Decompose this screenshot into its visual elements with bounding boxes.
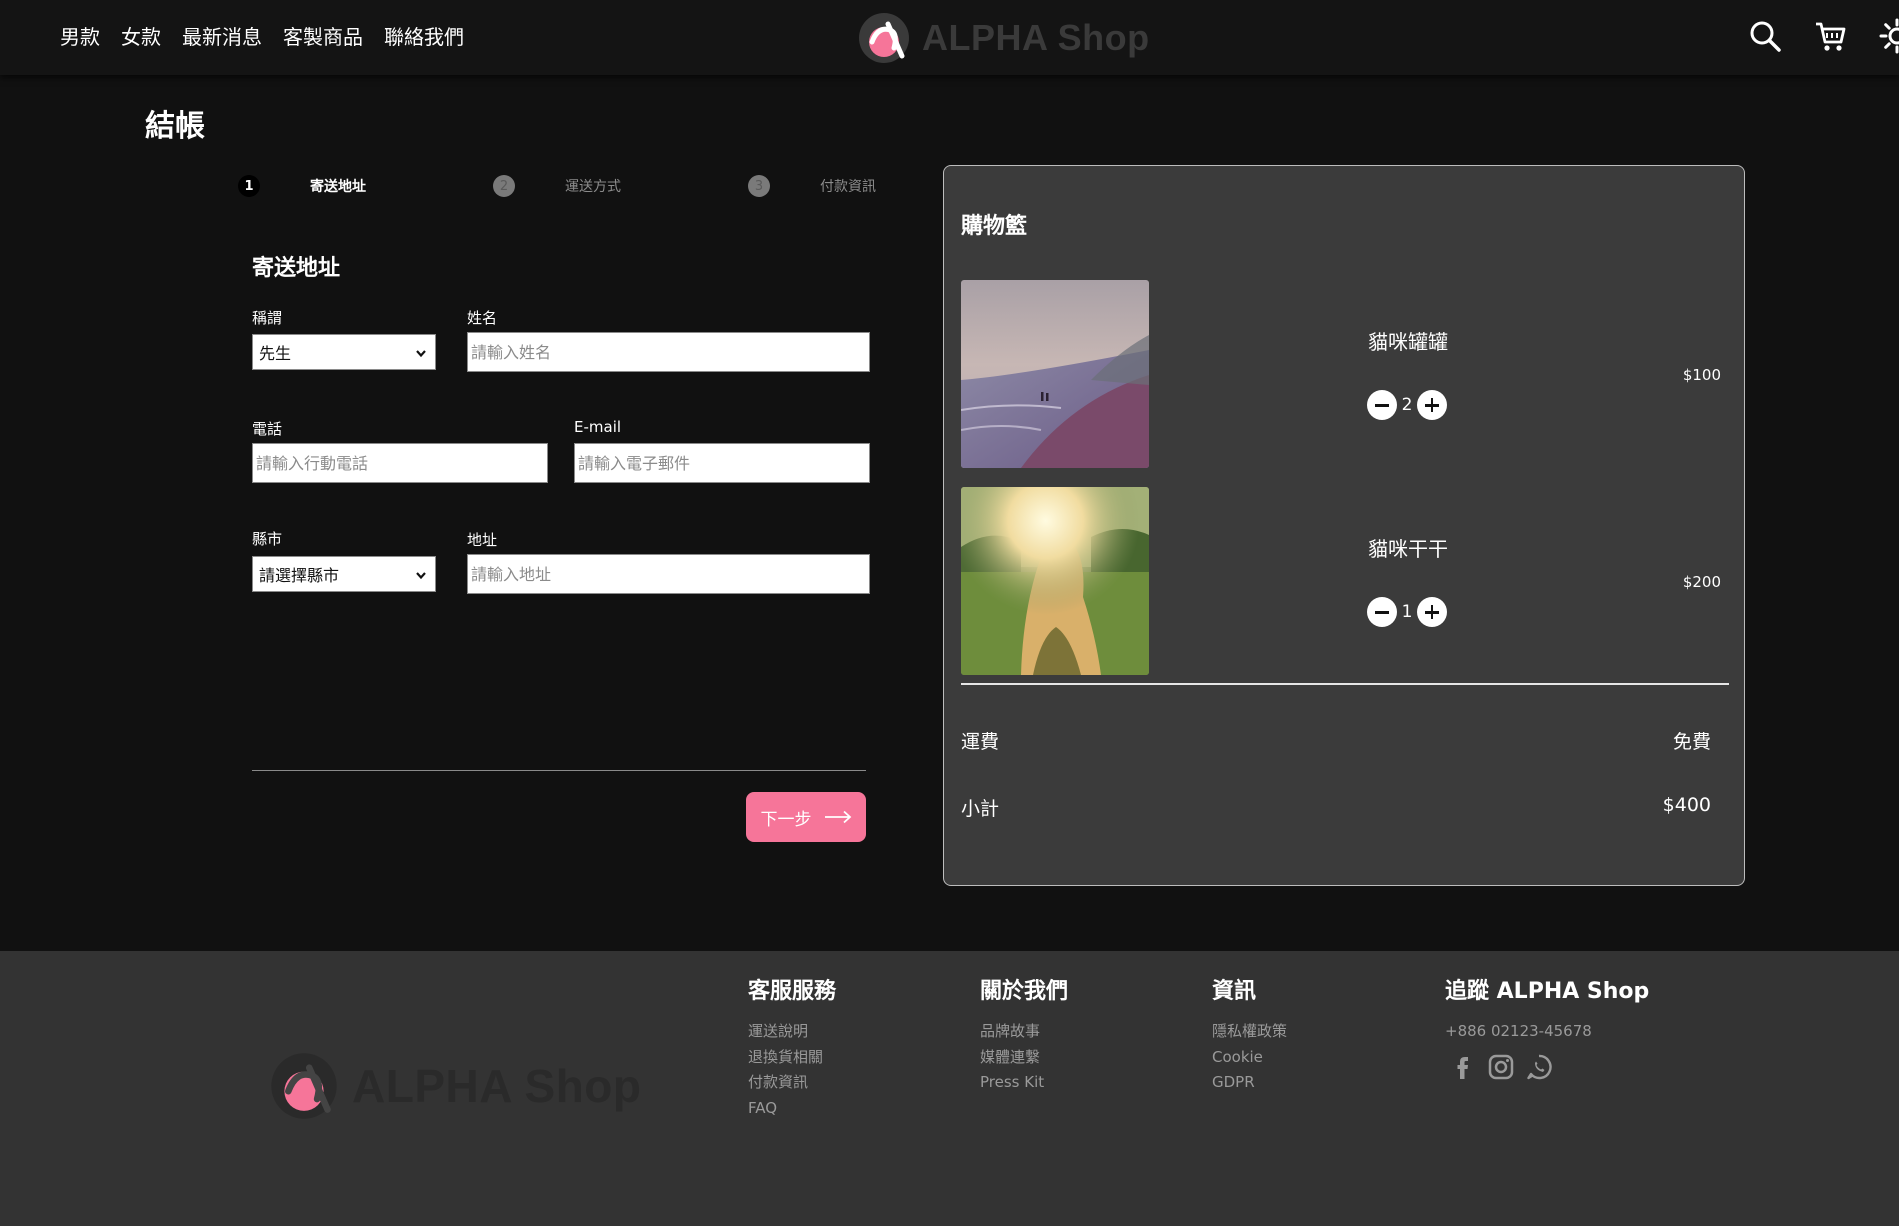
footer: ALPHA Shop 客服服務 運送說明 退換貨相關 付款資訊 FAQ 關於我們… bbox=[0, 951, 1899, 1226]
shipping-label: 運費 bbox=[961, 731, 1000, 753]
step-label: 付款資訊 bbox=[820, 179, 876, 195]
cart-item: 貓咪罐罐 2 $100 bbox=[961, 280, 1731, 468]
main-nav: 男款 女款 最新消息 客製商品 聯絡我們 bbox=[60, 22, 464, 52]
next-step-label: 下一步 bbox=[760, 809, 812, 830]
cart-title: 購物籃 bbox=[961, 214, 1028, 239]
theme-sun-icon[interactable] bbox=[1879, 18, 1899, 54]
quantity-stepper: 2 bbox=[1367, 390, 1447, 420]
search-icon[interactable] bbox=[1747, 18, 1783, 54]
address-input[interactable] bbox=[467, 554, 870, 594]
footer-link[interactable]: 品牌故事 bbox=[980, 1019, 1068, 1045]
footer-phone[interactable]: +886 02123-45678 bbox=[1445, 1019, 1649, 1045]
arrow-right-icon bbox=[824, 810, 851, 824]
step-number: 3 bbox=[748, 175, 770, 197]
step-number: 1 bbox=[238, 175, 260, 197]
page-title: 結帳 bbox=[145, 109, 205, 144]
phone-input[interactable] bbox=[252, 443, 548, 483]
footer-col-follow: 追蹤 ALPHA Shop +886 02123-45678 bbox=[1445, 973, 1649, 1081]
quantity-value: 1 bbox=[1401, 602, 1413, 622]
minus-icon[interactable] bbox=[1367, 390, 1397, 420]
top-header: 男款 女款 最新消息 客製商品 聯絡我們 ALPHA Shop bbox=[0, 0, 1899, 75]
brand-name: ALPHA Shop bbox=[922, 17, 1150, 58]
step-label: 運送方式 bbox=[565, 179, 621, 195]
cart-panel: 購物籃 貓咪罐罐 2 $100 貓咪干干 1 $200 運費 免費 小計 $40… bbox=[943, 165, 1745, 886]
email-label: E-mail bbox=[574, 418, 622, 436]
minus-icon[interactable] bbox=[1367, 597, 1397, 627]
nav-item-news[interactable]: 最新消息 bbox=[182, 22, 262, 52]
product-image-field bbox=[961, 487, 1149, 675]
city-value: 請選擇縣市 bbox=[259, 566, 340, 585]
cart-divider bbox=[961, 683, 1729, 685]
name-input[interactable] bbox=[467, 332, 870, 372]
product-image-beach bbox=[961, 280, 1149, 468]
facebook-icon[interactable] bbox=[1449, 1053, 1477, 1081]
next-step-button[interactable]: 下一步 bbox=[746, 792, 866, 842]
email-input[interactable] bbox=[574, 443, 870, 483]
footer-link[interactable]: Press Kit bbox=[980, 1070, 1068, 1096]
salutation-value: 先生 bbox=[259, 344, 292, 363]
footer-col-info: 資訊 隱私權政策 Cookie GDPR bbox=[1212, 973, 1287, 1096]
nav-item-contact[interactable]: 聯絡我們 bbox=[384, 22, 464, 52]
whatsapp-icon[interactable] bbox=[1525, 1053, 1553, 1081]
footer-col-title: 追蹤 ALPHA Shop bbox=[1445, 979, 1650, 1004]
address-label: 地址 bbox=[467, 531, 498, 549]
city-label: 縣市 bbox=[252, 530, 283, 548]
subtotal-label: 小計 bbox=[961, 798, 1000, 820]
nav-item-custom[interactable]: 客製商品 bbox=[283, 22, 363, 52]
subtotal-row: 小計 $400 bbox=[961, 794, 1711, 821]
shipping-row: 運費 免費 bbox=[961, 727, 1711, 754]
item-price: $100 bbox=[1682, 366, 1721, 384]
social-links bbox=[1449, 1053, 1649, 1081]
cart-item: 貓咪干干 1 $200 bbox=[961, 487, 1731, 675]
shipping-value: 免費 bbox=[1672, 731, 1711, 753]
salutation-select[interactable]: 先生 bbox=[252, 334, 436, 370]
chevron-down-icon bbox=[416, 350, 426, 358]
quantity-value: 2 bbox=[1401, 395, 1413, 415]
nav-item-women[interactable]: 女款 bbox=[121, 22, 161, 52]
footer-col-service: 客服服務 運送說明 退換貨相關 付款資訊 FAQ bbox=[748, 973, 836, 1121]
footer-col-title: 資訊 bbox=[1212, 979, 1257, 1004]
step-payment: 3 付款資訊 bbox=[748, 174, 876, 198]
plus-icon[interactable] bbox=[1417, 597, 1447, 627]
form-title: 寄送地址 bbox=[252, 256, 341, 281]
form-divider bbox=[252, 770, 866, 771]
item-name: 貓咪罐罐 bbox=[1368, 330, 1448, 354]
footer-col-title: 關於我們 bbox=[980, 979, 1069, 1004]
brand-logo[interactable]: ALPHA Shop bbox=[858, 12, 1150, 64]
footer-brand-logo[interactable]: ALPHA Shop bbox=[270, 1052, 642, 1120]
plus-icon[interactable] bbox=[1417, 390, 1447, 420]
checkout-stepper: 1 寄送地址 2 運送方式 3 付款資訊 bbox=[238, 174, 888, 200]
step-address: 1 寄送地址 bbox=[238, 174, 366, 198]
step-label: 寄送地址 bbox=[310, 179, 366, 195]
footer-link[interactable]: 退換貨相關 bbox=[748, 1045, 836, 1071]
alpha-logo-icon bbox=[271, 1053, 337, 1119]
item-name: 貓咪干干 bbox=[1368, 537, 1448, 561]
cart-icon[interactable] bbox=[1813, 18, 1849, 54]
footer-link[interactable]: 隱私權政策 bbox=[1212, 1019, 1287, 1045]
footer-brand-name: ALPHA Shop bbox=[352, 1060, 642, 1112]
item-price: $200 bbox=[1682, 573, 1721, 591]
quantity-stepper: 1 bbox=[1367, 597, 1447, 627]
footer-link[interactable]: 運送說明 bbox=[748, 1019, 836, 1045]
step-shipping: 2 運送方式 bbox=[493, 174, 621, 198]
footer-link[interactable]: GDPR bbox=[1212, 1070, 1287, 1096]
phone-label: 電話 bbox=[252, 420, 283, 438]
chevron-down-icon bbox=[416, 572, 426, 580]
nav-item-men[interactable]: 男款 bbox=[60, 22, 100, 52]
city-select[interactable]: 請選擇縣市 bbox=[252, 556, 436, 592]
alpha-logo-icon bbox=[859, 13, 909, 63]
footer-link[interactable]: Cookie bbox=[1212, 1045, 1287, 1071]
instagram-icon[interactable] bbox=[1487, 1053, 1515, 1081]
footer-link[interactable]: FAQ bbox=[748, 1096, 836, 1122]
footer-col-about: 關於我們 品牌故事 媒體連繫 Press Kit bbox=[980, 973, 1068, 1096]
footer-link[interactable]: 媒體連繫 bbox=[980, 1045, 1068, 1071]
name-label: 姓名 bbox=[467, 309, 498, 327]
subtotal-value: $400 bbox=[1662, 794, 1711, 816]
footer-col-title: 客服服務 bbox=[748, 979, 837, 1004]
step-number: 2 bbox=[493, 175, 515, 197]
footer-link[interactable]: 付款資訊 bbox=[748, 1070, 836, 1096]
salutation-label: 稱謂 bbox=[252, 309, 283, 327]
